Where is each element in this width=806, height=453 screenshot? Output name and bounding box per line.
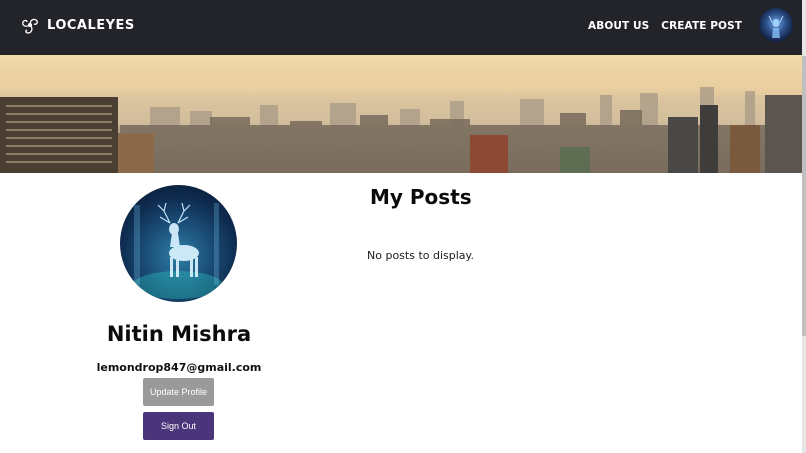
- update-profile-button[interactable]: Update Profile: [143, 378, 214, 406]
- city-skyline-illustration: [0, 87, 802, 173]
- scrollbar-thumb[interactable]: [802, 56, 806, 336]
- nav-about-us[interactable]: ABOUT US: [588, 20, 649, 32]
- brand-logo[interactable]: LOCALEYES: [18, 13, 135, 37]
- user-avatar-icon[interactable]: [759, 8, 793, 42]
- glowing-deer-illustration: [133, 202, 223, 299]
- sign-out-button[interactable]: Sign Out: [143, 412, 214, 440]
- profile-email: lemondrop847@gmail.com: [96, 361, 262, 374]
- empty-posts-message: No posts to display.: [367, 249, 474, 262]
- nav-links: ABOUT US CREATE POST: [588, 20, 742, 32]
- my-posts-heading: My Posts: [370, 185, 472, 209]
- city-banner-image: [0, 55, 802, 173]
- page-scrollbar[interactable]: [802, 0, 806, 453]
- triskelion-logo-icon: [22, 18, 38, 34]
- profile-name: Nitin Mishra: [106, 322, 252, 346]
- avatar-figure-icon: [768, 15, 784, 38]
- profile-photo: [120, 185, 237, 302]
- nav-create-post[interactable]: CREATE POST: [661, 20, 742, 32]
- brand-name: LOCALEYES: [47, 17, 135, 33]
- navbar: LOCALEYES ABOUT US CREATE POST: [0, 0, 802, 55]
